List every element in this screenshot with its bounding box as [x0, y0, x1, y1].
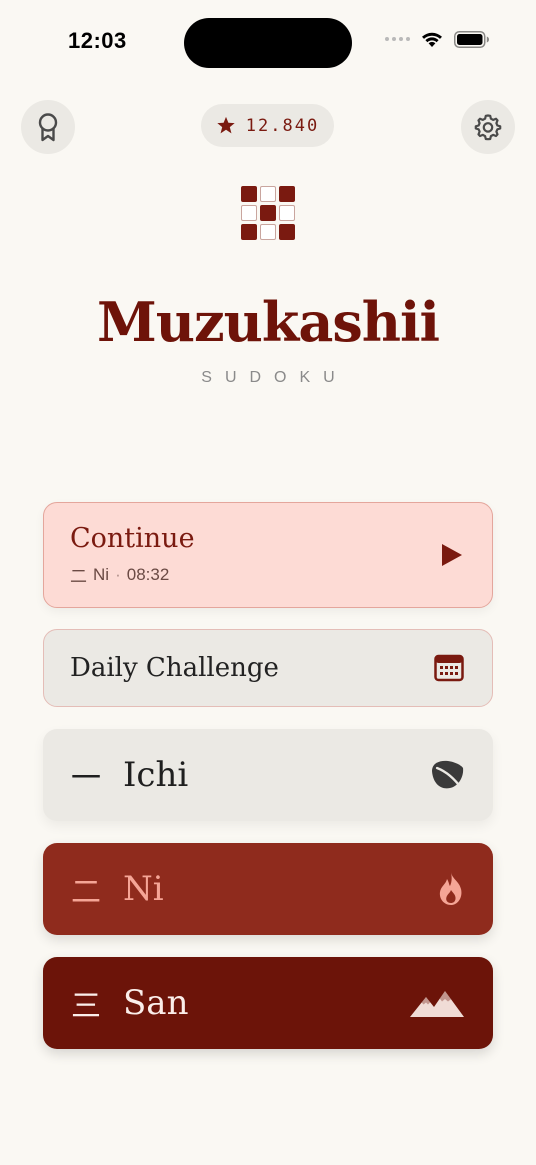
continue-elapsed-time: 08:32	[126, 564, 170, 584]
award-ribbon-icon	[38, 113, 58, 142]
level-ni-name: Ni	[123, 869, 164, 909]
level-ichi-button[interactable]: 一 Ichi	[43, 729, 493, 821]
level-san-name: San	[123, 983, 189, 1023]
score-value: 12.840	[245, 115, 320, 136]
level-ichi-text-group: 一 Ichi	[69, 753, 188, 797]
flame-icon	[439, 872, 462, 905]
status-icons	[385, 30, 490, 48]
level-ichi-kanji: 一	[71, 761, 101, 796]
continue-meta: 二 Ni · 08:32	[70, 562, 195, 587]
gear-icon	[474, 114, 502, 141]
level-ni-text-group: 二 Ni	[69, 867, 164, 911]
status-bar: 12:03	[0, 0, 536, 90]
score-pill[interactable]: 12.840	[201, 104, 334, 147]
continue-label: Continue	[70, 523, 195, 554]
mountain-icon	[410, 991, 464, 1017]
continue-level-kanji: 二	[70, 567, 87, 586]
settings-button[interactable]	[461, 100, 515, 154]
level-ni-kanji: 二	[71, 875, 101, 910]
leaf-icon	[432, 760, 464, 791]
cellular-signal-icon	[385, 37, 410, 41]
dynamic-island	[184, 18, 352, 68]
separator-dot: ·	[115, 564, 121, 584]
star-icon	[217, 116, 235, 134]
achievements-button[interactable]	[21, 100, 75, 154]
app-title: Muzukashii	[96, 290, 440, 354]
calendar-icon	[434, 654, 464, 682]
continue-text-group: Continue 二 Ni · 08:32	[70, 523, 195, 587]
level-ichi-name: Ichi	[123, 755, 189, 795]
battery-icon	[454, 30, 489, 48]
daily-challenge-label: Daily Challenge	[70, 653, 279, 683]
status-time: 12:03	[68, 28, 127, 53]
play-icon	[442, 544, 462, 566]
level-ni-button[interactable]: 二 Ni	[43, 843, 493, 935]
wifi-icon	[422, 32, 442, 47]
continue-level-name: Ni	[93, 564, 110, 584]
app-subtitle: SUDOKU	[201, 369, 348, 386]
daily-challenge-button[interactable]: Daily Challenge	[43, 629, 493, 707]
level-san-button[interactable]: 三 San	[43, 957, 493, 1049]
level-san-text-group: 三 San	[69, 981, 188, 1025]
continue-button[interactable]: Continue 二 Ni · 08:32	[43, 502, 493, 608]
app-logo	[241, 186, 295, 240]
level-san-kanji: 三	[71, 989, 101, 1024]
